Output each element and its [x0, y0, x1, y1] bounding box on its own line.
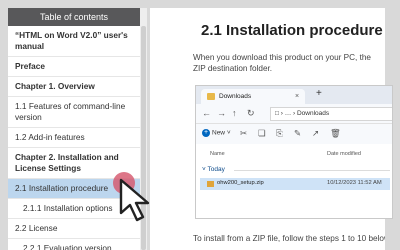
toc-item[interactable]: Chapter 1. Overview: [8, 77, 140, 97]
new-button: + New ˅: [202, 129, 231, 137]
group-header: ˅ Today: [202, 166, 225, 173]
zip-file-icon: [207, 181, 214, 187]
toc-item[interactable]: 1.2 Add-in features: [8, 128, 140, 148]
toc-item[interactable]: “HTML on Word V2.0” user's manual: [8, 26, 140, 57]
page-title: 2.1 Installation procedure: [201, 22, 383, 39]
folder-icon: [207, 93, 215, 100]
back-icon: ←: [202, 108, 211, 118]
address-path: □ › … › Downloads: [275, 110, 330, 117]
explorer-navbar: ← → ↑ ↻ □ › … › Downloads: [196, 104, 392, 124]
paragraph-download: When you download this product on your P…: [193, 53, 371, 73]
toc-item[interactable]: 2.2.1 Evaluation version: [8, 239, 140, 250]
column-header-date: Date modified: [327, 151, 361, 157]
address-bar: □ › … › Downloads: [270, 107, 392, 121]
file-row: ohw200_setup.zip 10/12/2023 11:52 AM: [200, 178, 390, 190]
refresh-icon: ↻: [247, 108, 255, 118]
file-date: 10/12/2023 11:52 AM: [327, 180, 382, 186]
file-list: Name Date modified ˅ Today ohw200_setup.…: [196, 144, 392, 218]
downloads-tab: Downloads ×: [201, 89, 305, 104]
column-header-name: Name: [210, 151, 225, 157]
up-icon: ↑: [232, 108, 237, 118]
plus-icon: +: [202, 129, 210, 137]
explorer-screenshot: Downloads × + ← → ↑ ↻ □ › … › Downloads …: [195, 85, 393, 219]
mouse-pointer-icon: [119, 178, 150, 222]
paragraph-install-steps: To install from a ZIP file, follow the s…: [193, 234, 392, 243]
tab-label: Downloads: [219, 93, 252, 100]
cut-icon: ✂: [240, 128, 248, 138]
new-tab-icon: +: [316, 88, 322, 99]
delete-icon: 🗑: [330, 128, 341, 138]
file-name: ohw200_setup.zip: [217, 180, 264, 186]
close-icon: ×: [295, 93, 300, 100]
copy-icon: ❏: [258, 128, 266, 138]
share-icon: ↗: [312, 128, 320, 138]
group-divider: [234, 170, 390, 171]
paste-icon: ⎘: [276, 128, 283, 138]
forward-icon: →: [217, 108, 226, 118]
toc-item[interactable]: 1.1 Features of command-line version: [8, 97, 140, 128]
toc-item[interactable]: Preface: [8, 57, 140, 77]
explorer-command-bar: + New ˅ ✂ ❏ ⎘ ✎ ↗ 🗑: [196, 124, 392, 145]
toc-header: Table of contents: [8, 8, 140, 26]
explorer-tabbar: Downloads × +: [196, 86, 392, 104]
rename-icon: ✎: [294, 128, 302, 138]
